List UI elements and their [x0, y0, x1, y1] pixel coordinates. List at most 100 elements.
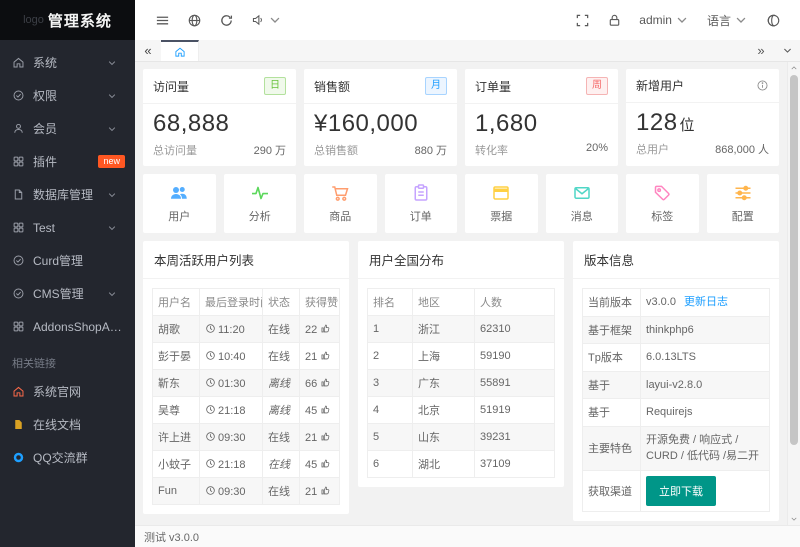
- lock-screen-button[interactable]: [599, 0, 629, 40]
- sidebar: logo 管理系统 系统 权限 会员 插件 new: [0, 0, 135, 547]
- table-row: 基于框架thinkphp6: [583, 316, 770, 344]
- quick-tile-label: 商品: [329, 208, 351, 224]
- table-row[interactable]: Fun 09:30 在线 21: [153, 478, 340, 505]
- quick-tile-messages[interactable]: 消息: [546, 174, 619, 233]
- quick-tile-orders[interactable]: 订单: [385, 174, 458, 233]
- sidebar-link-online-docs[interactable]: 在线文档: [0, 408, 135, 441]
- stat-foot-label: 总访问量: [153, 142, 197, 158]
- quick-tile-users[interactable]: 用户: [143, 174, 216, 233]
- quick-tile-tags[interactable]: 标签: [626, 174, 699, 233]
- users-icon: [169, 183, 189, 203]
- stat-foot-label: 总销售额: [314, 142, 358, 158]
- thumb-up-icon: [320, 377, 331, 388]
- quick-tile-label: 分析: [249, 208, 271, 224]
- stat-title: 访问量: [153, 78, 189, 95]
- site-home-button[interactable]: [179, 0, 209, 40]
- sidebar-item-members[interactable]: 会员: [0, 112, 135, 145]
- qq-icon: [12, 451, 25, 464]
- quick-links-row: 用户 分析 商品 订单 票据: [143, 174, 779, 233]
- stat-foot-value: 290 万: [254, 142, 286, 158]
- announcement-dropdown[interactable]: [243, 0, 290, 40]
- stat-foot-value: 868,000 人: [715, 141, 769, 157]
- content-scrollbar[interactable]: [787, 62, 800, 525]
- sidebar-link-official-site[interactable]: 系统官网: [0, 375, 135, 408]
- sidebar-item-database[interactable]: 数据库管理: [0, 178, 135, 211]
- sidebar-item-label: 权限: [33, 87, 107, 104]
- sidebar-item-addons[interactable]: AddonsShopAdvposition: [0, 310, 135, 343]
- table-row[interactable]: 3广东55891: [368, 370, 555, 397]
- sidebar-item-label: Curd管理: [33, 252, 125, 269]
- quick-tile-label: 配置: [732, 208, 754, 224]
- tab-home[interactable]: [161, 40, 199, 61]
- stat-title: 订单量: [475, 78, 511, 95]
- quick-tile-tickets[interactable]: 票据: [465, 174, 538, 233]
- table-row[interactable]: 6湖北37109: [368, 451, 555, 478]
- download-button[interactable]: 立即下载: [646, 476, 716, 506]
- table-row[interactable]: 5山东39231: [368, 424, 555, 451]
- refresh-button[interactable]: [211, 0, 241, 40]
- sidebar-item-permissions[interactable]: 权限: [0, 79, 135, 112]
- period-badge-month: 月: [425, 77, 447, 95]
- info-icon[interactable]: [756, 79, 769, 92]
- sliders-icon: [733, 183, 753, 203]
- user-dropdown[interactable]: admin: [631, 0, 697, 40]
- collapse-menu-button[interactable]: [147, 0, 177, 40]
- quick-tile-analysis[interactable]: 分析: [224, 174, 297, 233]
- quick-tile-settings[interactable]: 配置: [707, 174, 780, 233]
- tabs-scroll-left-button[interactable]: «: [135, 40, 161, 61]
- sidebar-section-title: 相关链接: [0, 343, 135, 375]
- sidebar-item-plugins[interactable]: 插件 new: [0, 145, 135, 178]
- distribution-card: 用户全国分布 排名 地区 人数 1浙江62310 2上海59190 3广东558…: [358, 241, 564, 487]
- sidebar-item-label: CMS管理: [33, 285, 107, 302]
- chevron-down-icon: [782, 45, 793, 56]
- sidebar-item-curd[interactable]: Curd管理: [0, 244, 135, 277]
- clock-icon: [205, 431, 216, 442]
- fullscreen-button[interactable]: [567, 0, 597, 40]
- app-logo: logo 管理系统: [0, 0, 135, 40]
- quick-tile-goods[interactable]: 商品: [304, 174, 377, 233]
- active-users-table: 用户名 最后登录时间 状态 获得赞 胡歌 11:20 在线 22: [152, 288, 340, 505]
- changelog-link[interactable]: 更新日志: [684, 296, 728, 308]
- language-dropdown[interactable]: 语言: [699, 0, 756, 40]
- version-info-card: 版本信息 当前版本 v3.0.0更新日志 基于框架thinkphp6 Tp版本6…: [573, 241, 779, 521]
- user-icon: [12, 122, 25, 135]
- sidebar-link-qq-group[interactable]: QQ交流群: [0, 441, 135, 474]
- stat-card-sales: 销售额 月 ¥160,000 总销售额 880 万: [304, 69, 457, 166]
- clock-icon: [205, 377, 216, 388]
- dashboard-content: 访问量 日 68,888 总访问量 290 万 销售额 月 ¥160,000: [135, 62, 800, 525]
- main-area: admin 语言 « » 访问量: [135, 0, 800, 547]
- tabs-scroll-right-button[interactable]: »: [748, 40, 774, 61]
- version-table: 当前版本 v3.0.0更新日志 基于框架thinkphp6 Tp版本6.0.13…: [582, 288, 770, 512]
- scrollbar-thumb[interactable]: [790, 75, 798, 445]
- sidebar-item-test[interactable]: Test: [0, 211, 135, 244]
- sidebar-item-system[interactable]: 系统: [0, 46, 135, 79]
- table-row[interactable]: 小蚊子 21:18 在线 45: [153, 451, 340, 478]
- clock-icon: [205, 323, 216, 334]
- table-row: 当前版本 v3.0.0更新日志: [583, 289, 770, 317]
- tabs-menu-button[interactable]: [774, 40, 800, 61]
- table-row[interactable]: 许上进 09:30 在线 21: [153, 424, 340, 451]
- menu-icon: [155, 13, 170, 28]
- chevron-down-icon: [107, 124, 117, 134]
- stat-foot-value: 880 万: [415, 142, 447, 158]
- table-row[interactable]: 1浙江62310: [368, 316, 555, 343]
- card-title: 用户全国分布: [358, 241, 564, 279]
- table-row[interactable]: 彭于晏 10:40 在线 21: [153, 343, 340, 370]
- sidebar-item-cms[interactable]: CMS管理: [0, 277, 135, 310]
- table-row: 基于Requirejs: [583, 399, 770, 427]
- app-window: logo 管理系统 系统 权限 会员 插件 new: [0, 0, 800, 547]
- thumb-up-icon: [320, 458, 331, 469]
- table-row[interactable]: 2上海59190: [368, 343, 555, 370]
- stat-value: 128: [636, 109, 678, 136]
- theme-button[interactable]: [758, 0, 788, 40]
- table-row[interactable]: 4北京51919: [368, 397, 555, 424]
- sidebar-item-label: 插件: [33, 153, 98, 170]
- thumb-up-icon: [320, 485, 331, 496]
- scroll-down-arrow[interactable]: [788, 513, 800, 525]
- table-row[interactable]: 吴尊 21:18 离线 45: [153, 397, 340, 424]
- table-row[interactable]: 靳东 01:30 离线 66: [153, 370, 340, 397]
- quick-tile-label: 标签: [651, 208, 673, 224]
- table-row[interactable]: 胡歌 11:20 在线 22: [153, 316, 340, 343]
- scroll-up-arrow[interactable]: [788, 62, 800, 74]
- stat-foot-label: 总用户: [636, 141, 669, 157]
